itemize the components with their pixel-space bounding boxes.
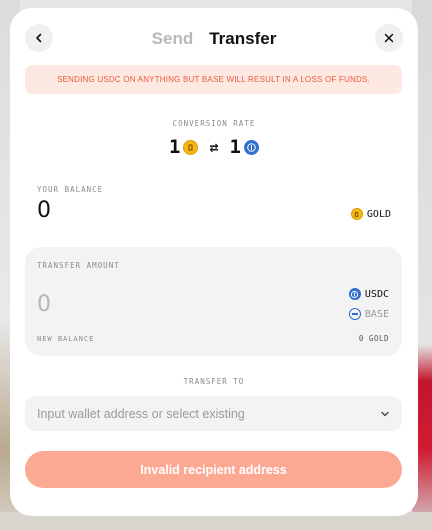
balance-label: YOUR BALANCE [37, 185, 104, 194]
recipient-address-field[interactable] [25, 396, 402, 431]
usdc-coin-icon [243, 139, 259, 155]
new-balance-value: 0 GOLD [358, 334, 389, 343]
network-option-base-label: BASE [364, 308, 389, 320]
balance-token-label: GOLD [366, 208, 391, 220]
transfer-modal: Send Transfer SENDING USDC ON ANYTHING B… [10, 8, 418, 516]
submit-button[interactable]: Invalid recipient address [25, 451, 402, 488]
close-icon [384, 33, 394, 43]
transfer-to-label: TRANSFER TO [183, 377, 245, 386]
transfer-amount-label: TRANSFER AMOUNT [37, 261, 120, 270]
base-network-icon [348, 308, 361, 320]
network-option-base[interactable]: BASE [348, 308, 389, 320]
conversion-rate: 1 ⇄ 1 [10, 136, 418, 158]
tab-bar: Send Transfer [10, 29, 418, 49]
token-option-usdc-label: USDC [364, 288, 389, 300]
swap-icon: ⇄ [209, 138, 219, 156]
conversion-rate-label: CONVERSION RATE [172, 119, 256, 128]
balance-token: GOLD [350, 208, 391, 220]
close-button[interactable] [375, 24, 403, 52]
balance-value: 0 [37, 198, 51, 223]
transfer-amount-input[interactable]: 0 [37, 292, 51, 317]
recipient-address-input[interactable] [37, 406, 357, 421]
gold-coin-icon [183, 139, 199, 155]
warning-banner: SENDING USDC ON ANYTHING BUT BASE WILL R… [25, 65, 402, 94]
tab-send[interactable]: Send [152, 29, 194, 49]
new-balance-label: NEW BALANCE [37, 335, 95, 343]
chevron-down-icon[interactable] [380, 409, 390, 419]
transfer-amount-panel: TRANSFER AMOUNT 0 USDC BASE NEW BALANCE … [25, 247, 402, 356]
tab-transfer[interactable]: Transfer [209, 29, 276, 49]
gold-coin-icon [350, 208, 363, 220]
usdc-coin-icon [348, 288, 361, 300]
token-option-usdc[interactable]: USDC [348, 288, 389, 300]
conversion-right-amount: 1 [229, 136, 241, 158]
conversion-left-amount: 1 [169, 136, 181, 158]
